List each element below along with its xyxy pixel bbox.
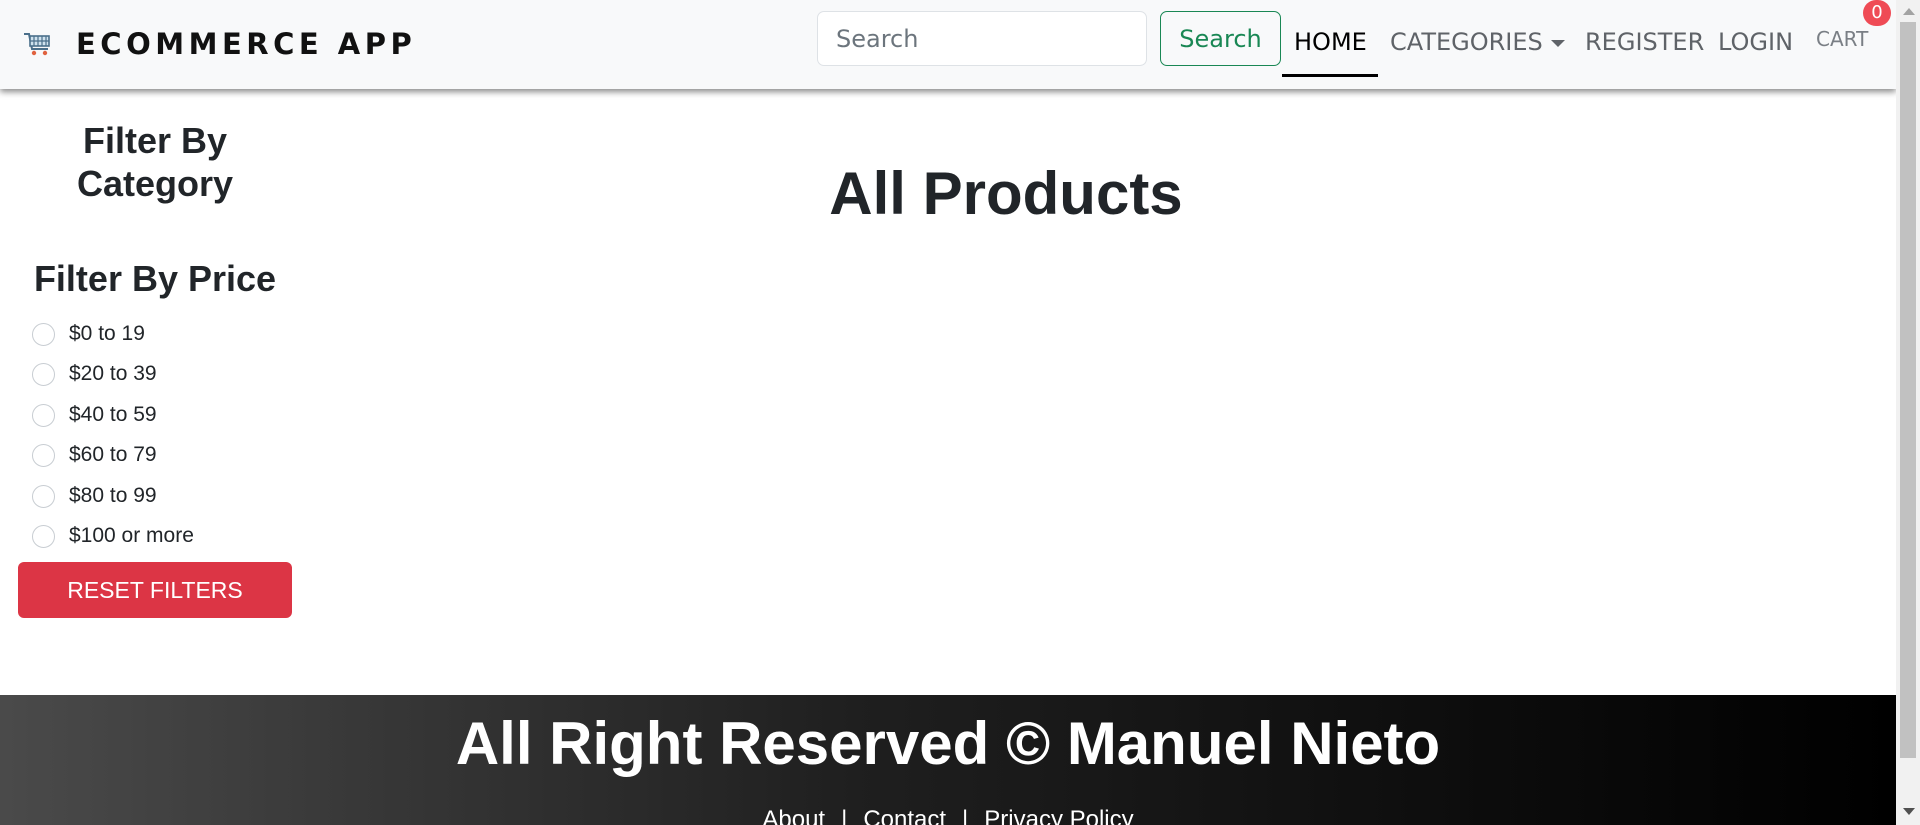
footer-links: About | Contact | Privacy Policy <box>0 806 1896 825</box>
cart-count-badge: 0 <box>1863 0 1891 26</box>
radio-button[interactable] <box>32 403 55 427</box>
price-option-0-19[interactable]: $0 to 19 <box>32 318 145 350</box>
radio-button[interactable] <box>32 443 55 467</box>
nav-categories-dropdown[interactable]: CATEGORIES <box>1390 25 1565 59</box>
price-option-20-39[interactable]: $20 to 39 <box>32 358 157 390</box>
reset-filters-button[interactable]: RESET FILTERS <box>18 562 292 618</box>
scrollbar-thumb[interactable] <box>1900 22 1916 758</box>
nav-home-link[interactable]: HOME <box>1294 25 1367 59</box>
vertical-scrollbar[interactable] <box>1896 0 1920 825</box>
price-option-label: $20 to 39 <box>69 362 157 385</box>
price-option-label: $0 to 19 <box>69 322 145 345</box>
price-option-60-79[interactable]: $60 to 79 <box>32 439 157 471</box>
price-option-label: $100 or more <box>69 524 194 547</box>
price-option-40-59[interactable]: $40 to 59 <box>32 399 157 431</box>
search-input[interactable] <box>817 11 1147 66</box>
price-option-100-plus[interactable]: $100 or more <box>32 520 194 552</box>
filter-price-heading: Filter By Price <box>33 258 277 299</box>
caret-down-icon <box>1550 39 1565 47</box>
radio-button[interactable] <box>32 524 55 548</box>
footer-separator: | <box>841 806 848 825</box>
footer-copyright: All Right Reserved © Manuel Nieto <box>455 710 1441 777</box>
footer-about-link[interactable]: About <box>762 806 825 825</box>
navbar: ECOMMERCE APP Search HOME CATEGORIES REG… <box>0 0 1896 89</box>
price-option-label: $40 to 59 <box>69 403 157 426</box>
price-option-80-99[interactable]: $80 to 99 <box>32 480 157 512</box>
radio-button[interactable] <box>32 322 55 346</box>
nav-register-link[interactable]: REGISTER <box>1585 25 1704 59</box>
shopping-cart-icon <box>24 33 50 56</box>
footer: All Right Reserved © Manuel Nieto About |… <box>0 695 1896 825</box>
app-root: ECOMMERCE APP Search HOME CATEGORIES REG… <box>0 0 1896 825</box>
price-option-label: $60 to 79 <box>69 443 157 466</box>
nav-cart-link[interactable]: CART <box>1816 22 1868 56</box>
scroll-down-arrow-icon[interactable] <box>1903 808 1915 815</box>
footer-contact-link[interactable]: Contact <box>863 806 946 825</box>
search-button[interactable]: Search <box>1160 11 1281 66</box>
brand[interactable]: ECOMMERCE APP <box>22 24 416 64</box>
nav-categories-label: CATEGORIES <box>1390 28 1543 56</box>
radio-button[interactable] <box>32 484 55 508</box>
footer-separator: | <box>962 806 969 825</box>
filter-category-heading: Filter By Category <box>76 120 234 204</box>
price-option-label: $80 to 99 <box>69 484 157 507</box>
footer-privacy-link[interactable]: Privacy Policy <box>984 806 1133 825</box>
active-nav-indicator <box>1282 74 1378 77</box>
scroll-up-arrow-icon[interactable] <box>1903 8 1915 15</box>
brand-name: ECOMMERCE APP <box>76 27 417 61</box>
nav-login-link[interactable]: LOGIN <box>1718 25 1793 59</box>
radio-button[interactable] <box>32 362 55 386</box>
